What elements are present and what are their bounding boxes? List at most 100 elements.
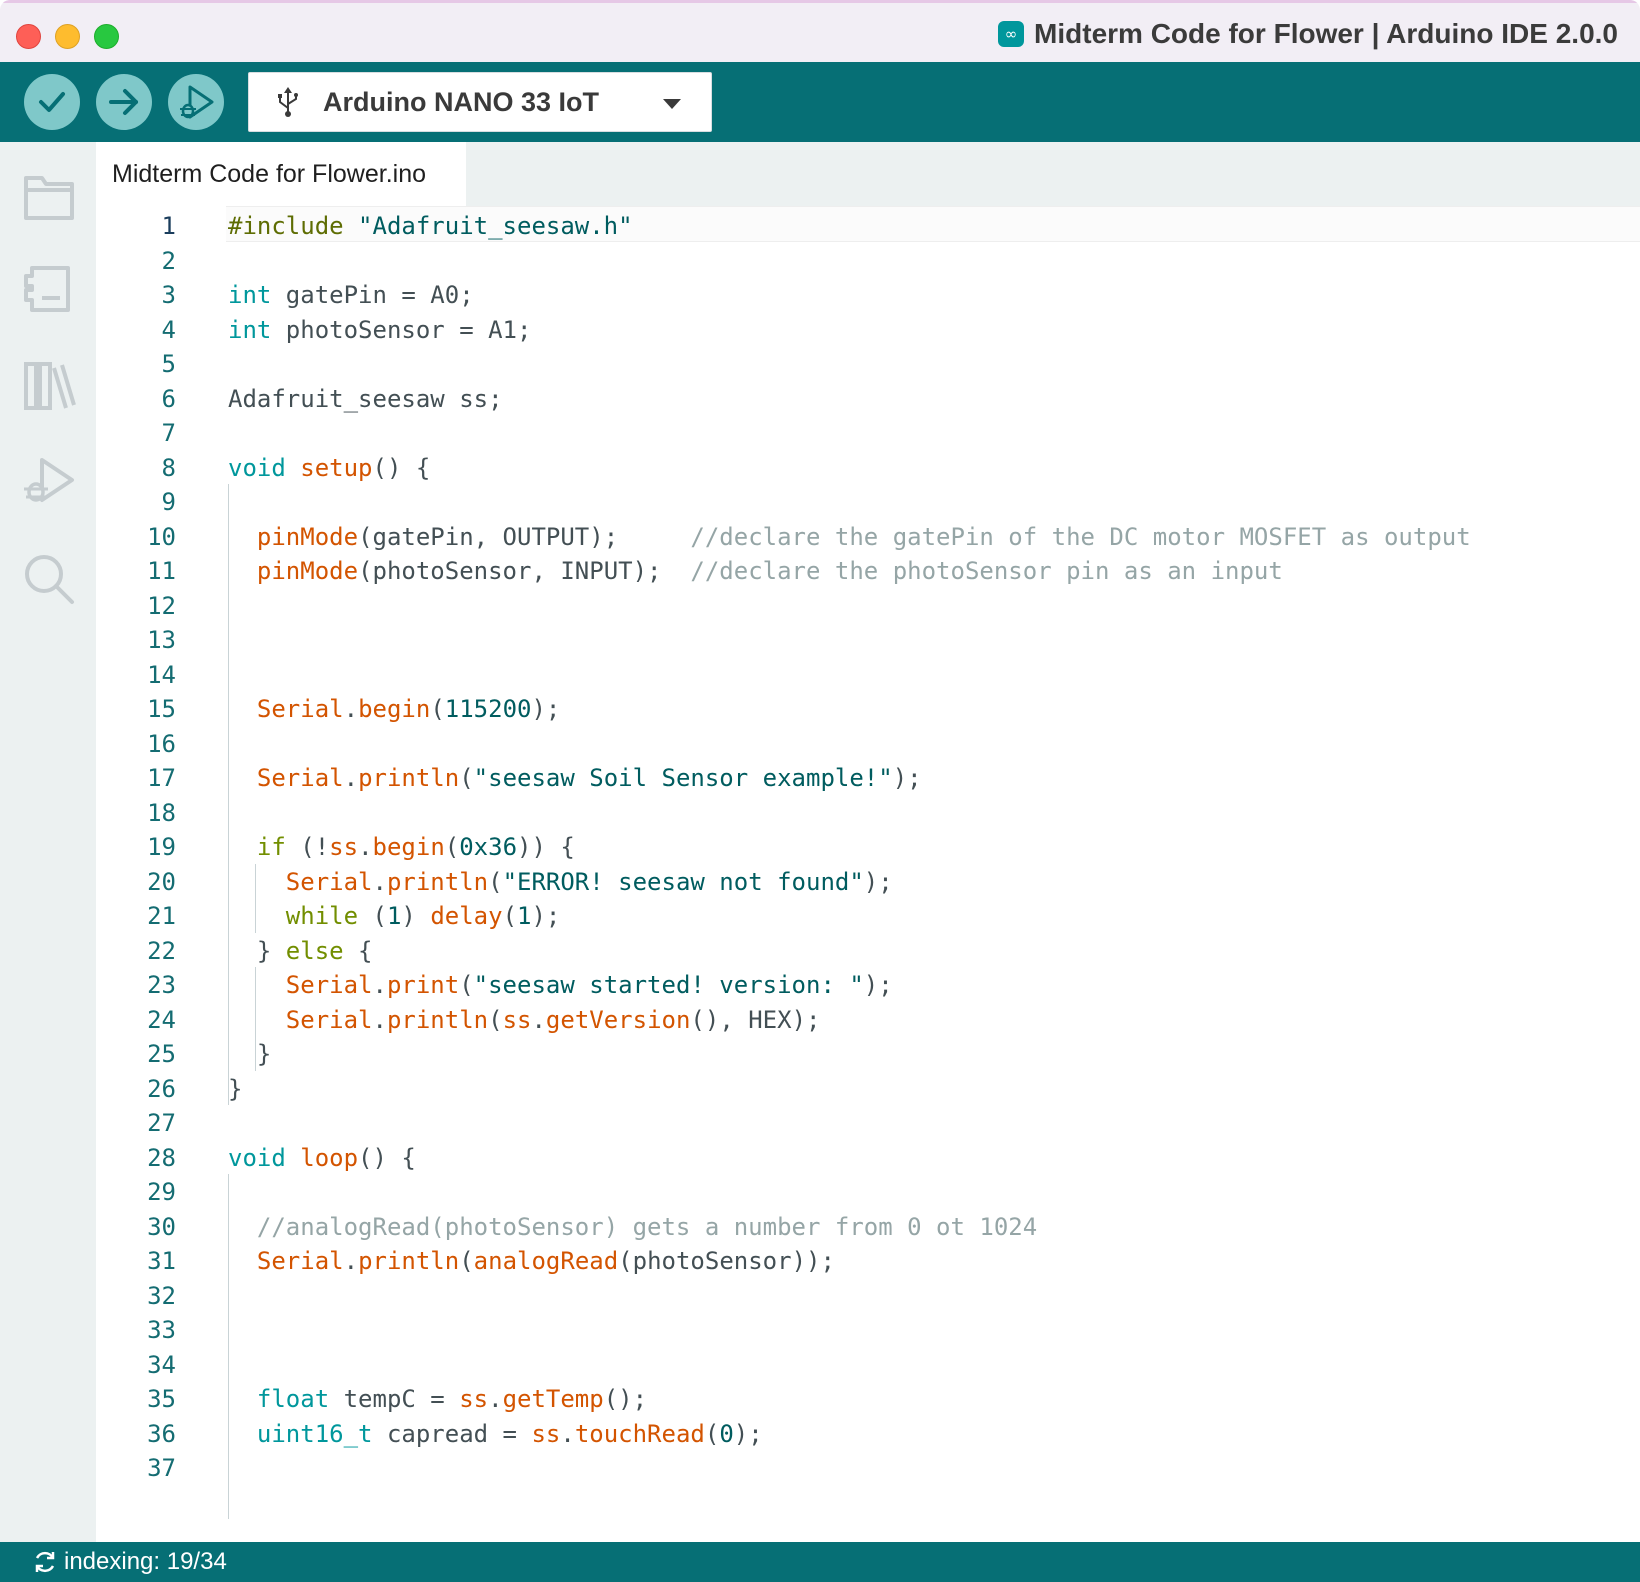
- status-text: indexing: 19/34: [64, 1548, 227, 1575]
- close-window-button[interactable]: [16, 24, 41, 49]
- line-number: 27: [147, 1109, 176, 1137]
- line-number: 5: [161, 350, 176, 378]
- tab-sketch-file[interactable]: Midterm Code for Flower.ino: [96, 142, 466, 206]
- code-token: 115200: [444, 695, 532, 723]
- window-title-group: ∞ Midterm Code for Flower | Arduino IDE …: [998, 17, 1618, 51]
- code-token: while: [285, 902, 359, 930]
- upload-button[interactable]: [96, 74, 152, 130]
- code-line: pinMode(gatePin, OUTPUT); //declare the …: [228, 519, 1471, 555]
- window-title: Midterm Code for Flower | Arduino IDE 2.…: [1034, 18, 1618, 49]
- editor-tab-bar: Midterm Code for Flower.ino: [96, 142, 1640, 206]
- board-selector[interactable]: Arduino NANO 33 IoT: [248, 72, 712, 132]
- sidebar-item-sketchbook[interactable]: [20, 164, 78, 222]
- code-line: Serial.println("seesaw Soil Sensor examp…: [228, 760, 922, 796]
- code-token: //analogRead(photoSensor) gets a number …: [256, 1212, 1038, 1241]
- activity-sidebar: [0, 142, 96, 1542]
- code-line: if (!ss.begin(0x36)) {: [228, 829, 575, 865]
- code-token: {: [343, 936, 373, 965]
- code-line: int photoSensor = A1;: [228, 312, 531, 348]
- code-token: pinMode: [256, 557, 359, 585]
- line-number: 14: [147, 660, 176, 689]
- code-token: int: [228, 281, 272, 309]
- code-token: .: [343, 695, 359, 723]
- line-number: 36: [147, 1419, 176, 1448]
- code-token: );: [863, 971, 893, 999]
- code-token: capread =: [372, 1419, 532, 1448]
- line-number: 16: [147, 729, 176, 758]
- code-token: }: [228, 1040, 272, 1068]
- code-token: print: [386, 971, 460, 999]
- sidebar-item-boards-manager[interactable]: [20, 260, 78, 318]
- code-token: Serial: [285, 867, 373, 896]
- maximize-window-button[interactable]: [94, 24, 119, 49]
- verify-button[interactable]: [24, 74, 80, 130]
- code-token: pinMode: [256, 522, 359, 551]
- line-number: 22: [147, 936, 176, 965]
- code-token: (: [502, 902, 518, 930]
- line-number: 32: [147, 1281, 176, 1310]
- code-token: 0x36: [459, 833, 518, 861]
- code-token: getTemp: [502, 1385, 604, 1413]
- code-token: .: [488, 1385, 503, 1413]
- debug-icon: [180, 85, 214, 119]
- search-icon: [25, 555, 74, 604]
- line-number: 25: [147, 1040, 176, 1068]
- code-token: (: [459, 971, 474, 999]
- line-number: 19: [147, 833, 176, 861]
- code-line: void loop() {: [228, 1140, 416, 1176]
- code-line: //analogRead(photoSensor) gets a number …: [228, 1209, 1037, 1245]
- code-token: .: [372, 971, 387, 999]
- code-token: .: [372, 1005, 387, 1034]
- code-token: uint16_t: [256, 1419, 373, 1448]
- check-icon: [39, 92, 65, 112]
- code-token: (: [430, 695, 445, 723]
- code-line: while (1) delay(1);: [228, 898, 561, 934]
- code-token: .: [343, 764, 359, 792]
- code-token: Serial: [256, 1247, 344, 1275]
- line-number: 24: [147, 1005, 176, 1034]
- code-token: begin: [372, 833, 445, 861]
- line-number: 26: [147, 1074, 176, 1103]
- code-token: );: [892, 764, 922, 792]
- chevron-down-icon: [663, 99, 681, 109]
- code-token: }: [228, 1074, 243, 1103]
- code-line: void setup() {: [228, 450, 430, 486]
- line-number: 20: [147, 867, 176, 896]
- minimize-window-button[interactable]: [55, 24, 80, 49]
- code-token: (: [459, 1247, 474, 1275]
- sidebar-item-search[interactable]: [20, 550, 78, 608]
- line-number: 37: [147, 1454, 176, 1482]
- status-bar: indexing: 19/34: [0, 1542, 1640, 1582]
- line-number: 18: [147, 798, 176, 827]
- code-token: photoSensor = A1;: [271, 315, 532, 344]
- code-line: }: [228, 1071, 242, 1107]
- code-token: ss: [502, 1005, 532, 1034]
- code-token: (: [488, 1005, 503, 1034]
- code-token: "ERROR! seesaw not found": [502, 867, 864, 896]
- debug-button[interactable]: [168, 74, 224, 130]
- code-token: println: [386, 867, 489, 896]
- code-token: Adafruit_seesaw ss;: [228, 384, 503, 413]
- code-token: getVersion: [545, 1005, 691, 1034]
- code-token: float: [256, 1385, 330, 1413]
- code-line: Serial.println(ss.getVersion(), HEX);: [228, 1002, 821, 1038]
- toolbar: Arduino NANO 33 IoT: [0, 62, 1640, 142]
- code-token: delay: [430, 902, 503, 930]
- sidebar-item-library-manager[interactable]: [20, 356, 78, 414]
- code-line: } else {: [228, 933, 373, 969]
- code-token: (: [488, 867, 503, 896]
- sidebar-item-debug[interactable]: [20, 452, 78, 510]
- code-token: analogRead: [473, 1247, 619, 1275]
- code-editor[interactable]: 1 #include "Adafruit_seesaw.h" 2 3 int gateP…: [96, 206, 1640, 1542]
- code-token: setup: [300, 453, 373, 482]
- code-token: (: [704, 1419, 720, 1448]
- code-token: loop: [300, 1143, 359, 1172]
